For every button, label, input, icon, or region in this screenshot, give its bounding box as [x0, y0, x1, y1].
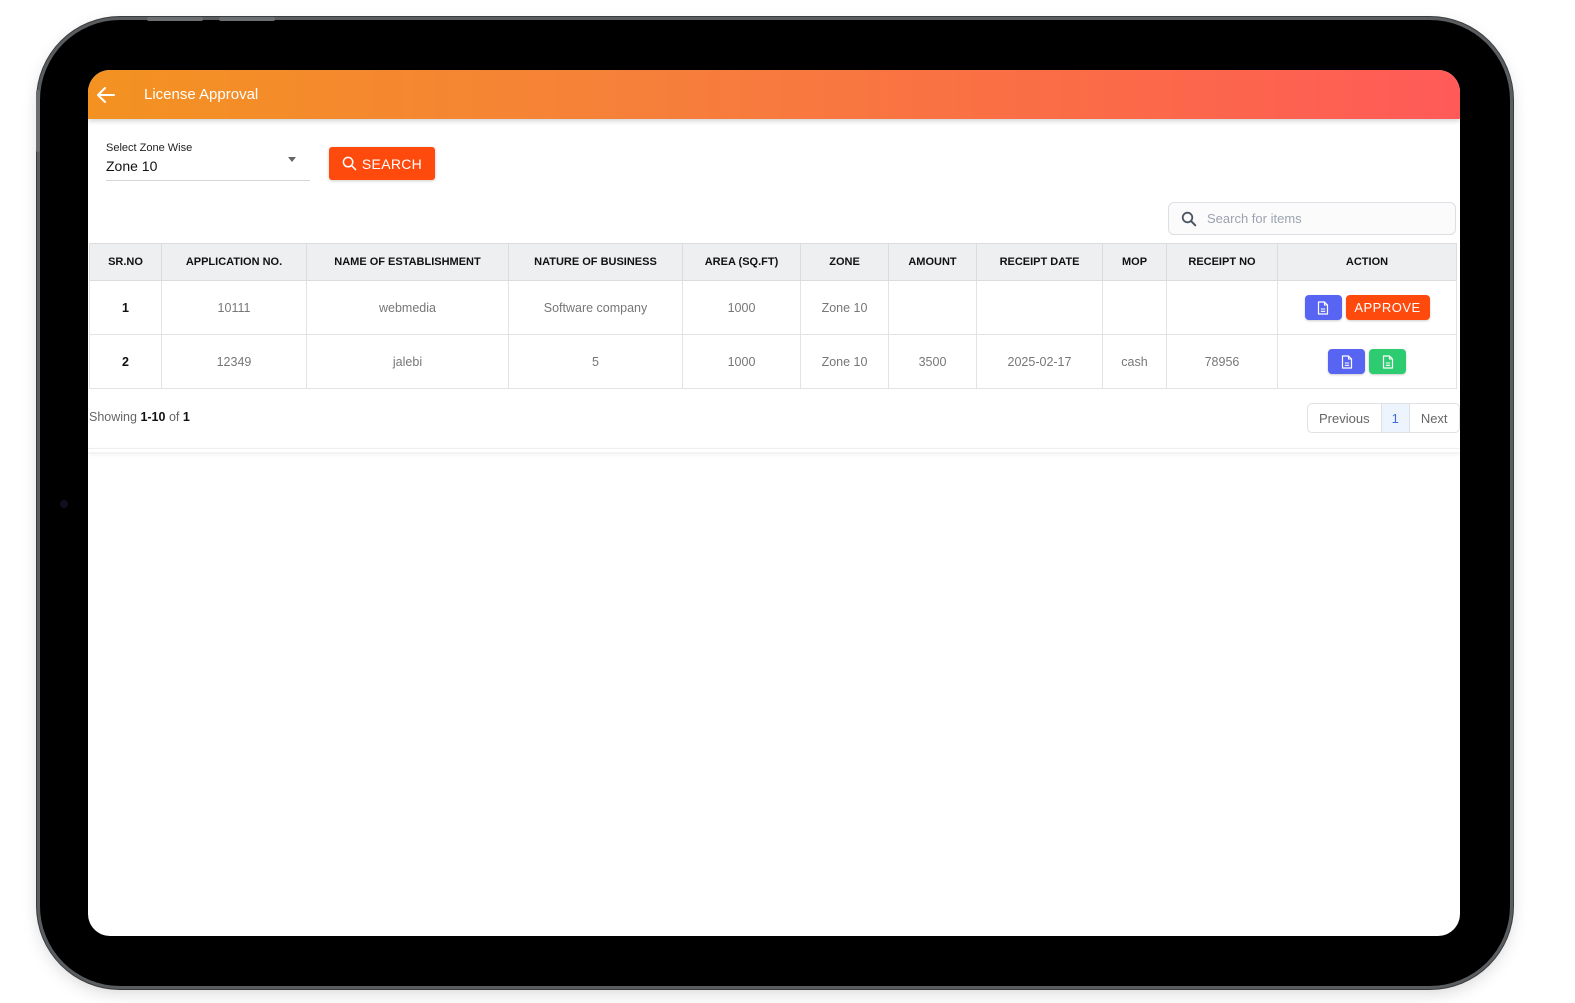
- tablet-side-button: [36, 90, 40, 152]
- pagination-info: Showing 1-10 of 1: [89, 410, 190, 424]
- cell-receipt-no: 78956: [1166, 334, 1278, 389]
- cell-area: 1000: [682, 280, 801, 335]
- cell-sr-no: 1: [89, 280, 162, 335]
- pagination: Previous 1 Next: [1307, 403, 1460, 433]
- cell-mop: [1102, 280, 1167, 335]
- document-icon: [1382, 354, 1393, 369]
- table-search-input[interactable]: [1205, 210, 1449, 227]
- page-1-button[interactable]: 1: [1380, 404, 1410, 432]
- column-header-establishment[interactable]: NAME OF ESTABLISHMENT: [306, 243, 509, 281]
- table-row: 2 12349 jalebi 5 1000 Zone 10 3500 2025-…: [89, 334, 1457, 389]
- zone-select-value: Zone 10: [106, 158, 158, 174]
- approve-button[interactable]: APPROVE: [1345, 295, 1430, 320]
- showing-range: 1-10: [140, 410, 166, 424]
- zone-select-label: Select Zone Wise: [106, 142, 193, 154]
- column-header-zone[interactable]: ZONE: [800, 243, 889, 281]
- cell-receipt-date: [976, 280, 1103, 335]
- cell-business: Software company: [508, 280, 683, 335]
- cell-area: 1000: [682, 334, 801, 389]
- view-document-button[interactable]: [1304, 295, 1342, 320]
- showing-total: 1: [182, 410, 190, 424]
- table-row: 1 10111 webmedia Software company 1000 Z…: [89, 280, 1457, 335]
- camera-dot: [60, 500, 68, 508]
- next-page-button[interactable]: Next: [1410, 404, 1459, 432]
- cell-receipt-date: 2025-02-17: [976, 334, 1103, 389]
- cell-mop: cash: [1102, 334, 1167, 389]
- table-header-row: SR.NO APPLICATION NO. NAME OF ESTABLISHM…: [89, 243, 1457, 281]
- tablet-top-button: [219, 17, 275, 21]
- search-button-label: SEARCH: [361, 155, 423, 172]
- cell-action: APPROVE: [1277, 280, 1457, 335]
- table-search-box: [1168, 202, 1456, 235]
- cell-amount: [888, 280, 977, 335]
- document-icon: [1317, 300, 1329, 315]
- cell-business: 5: [508, 334, 683, 389]
- card-bottom-divider: [88, 448, 1460, 452]
- app-screen: License Approval Select Zone Wise Zone 1…: [88, 70, 1460, 936]
- zone-filter: Select Zone Wise Zone 10: [106, 142, 310, 181]
- page-title: License Approval: [144, 86, 259, 103]
- column-header-area[interactable]: AREA (SQ.FT): [682, 243, 801, 281]
- cell-application-no: 10111: [161, 280, 307, 335]
- previous-page-button[interactable]: Previous: [1308, 404, 1381, 432]
- search-icon: [342, 156, 357, 171]
- cell-zone: Zone 10: [800, 334, 889, 389]
- tablet-top-button: [147, 17, 203, 21]
- column-header-amount[interactable]: AMOUNT: [888, 243, 977, 281]
- column-header-business[interactable]: NATURE OF BUSINESS: [508, 243, 683, 281]
- arrow-left-icon[interactable]: [96, 85, 116, 105]
- view-receipt-button[interactable]: [1369, 349, 1406, 374]
- cell-zone: Zone 10: [800, 280, 889, 335]
- view-document-button[interactable]: [1328, 349, 1365, 374]
- cell-establishment: jalebi: [306, 334, 509, 389]
- app-header: License Approval: [88, 70, 1460, 119]
- applications-table: SR.NO APPLICATION NO. NAME OF ESTABLISHM…: [89, 243, 1457, 389]
- caret-down-icon: [288, 157, 296, 162]
- of-word: of: [168, 410, 180, 424]
- cell-establishment: webmedia: [306, 280, 509, 335]
- cell-sr-no: 2: [89, 334, 162, 389]
- column-header-sr-no[interactable]: SR.NO: [89, 243, 162, 281]
- showing-prefix: Showing: [89, 410, 137, 424]
- column-header-application-no[interactable]: APPLICATION NO.: [161, 243, 307, 281]
- cell-application-no: 12349: [161, 334, 307, 389]
- cell-receipt-no: [1166, 280, 1278, 335]
- zone-select[interactable]: Select Zone Wise Zone 10: [106, 142, 310, 181]
- cell-action: [1277, 334, 1457, 389]
- column-header-action: ACTION: [1277, 243, 1457, 281]
- document-icon: [1341, 354, 1352, 369]
- column-header-receipt-date[interactable]: RECEIPT DATE: [976, 243, 1103, 281]
- column-header-mop[interactable]: MOP: [1102, 243, 1167, 281]
- search-icon: [1181, 211, 1197, 226]
- column-header-receipt-no[interactable]: RECEIPT NO: [1166, 243, 1278, 281]
- cell-amount: 3500: [888, 334, 977, 389]
- search-button[interactable]: SEARCH: [329, 147, 435, 180]
